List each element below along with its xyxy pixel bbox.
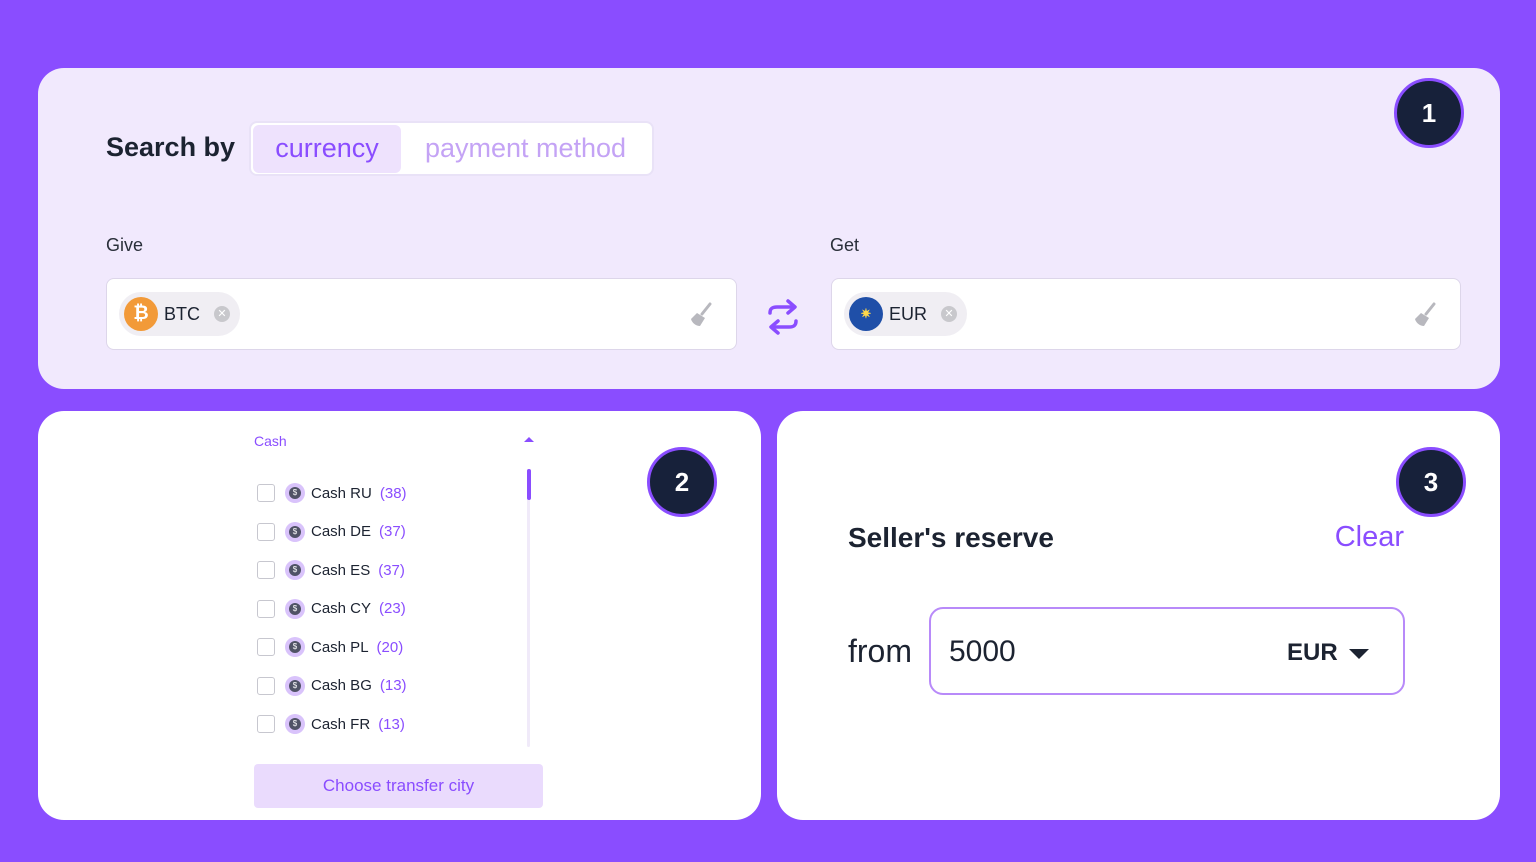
cash-item-pl[interactable]: $ Cash PL (20): [257, 628, 407, 667]
get-currency-field[interactable]: ✷ EUR ✕: [831, 278, 1461, 350]
seller-reserve-panel: 3 Seller's reserve Clear from 5000 EUR: [777, 411, 1500, 820]
cash-item-count: (23): [379, 600, 406, 618]
cash-item-count: (38): [379, 484, 407, 502]
cash-item-name: Cash DE: [311, 523, 372, 541]
reserve-currency-select[interactable]: EUR: [1287, 639, 1338, 667]
cash-item-bg[interactable]: $ Cash BG (13): [257, 667, 407, 706]
clear-get-broom-icon[interactable]: [1412, 301, 1440, 329]
step-badge-3: 3: [1396, 447, 1466, 517]
cash-section-header[interactable]: Cash: [254, 433, 287, 449]
cash-item-name: Cash RU: [311, 484, 372, 502]
search-by-label: Search by: [106, 132, 236, 162]
checkbox[interactable]: [257, 676, 275, 695]
choose-transfer-city-button[interactable]: Choose transfer city: [254, 764, 543, 808]
checkbox[interactable]: [257, 638, 275, 657]
get-currency-code: EUR: [889, 303, 928, 324]
get-label: Get: [830, 235, 860, 255]
cash-icon: $: [285, 483, 305, 504]
search-mode-toggle: currency payment method: [249, 121, 654, 176]
swap-icon[interactable]: [764, 298, 802, 336]
from-label: from: [848, 633, 912, 669]
scrollbar-track[interactable]: [527, 469, 530, 747]
tab-payment-method[interactable]: payment method: [401, 125, 650, 173]
reserve-amount-value[interactable]: 5000: [949, 635, 1016, 669]
currency-search-panel: 1 Search by currency payment method Give…: [38, 68, 1500, 389]
cash-item-count: (13): [378, 715, 405, 733]
cash-item-count: (37): [379, 523, 406, 541]
remove-get-currency-icon[interactable]: ✕: [941, 306, 958, 322]
checkbox[interactable]: [257, 599, 275, 618]
dropdown-arrow-icon[interactable]: [1349, 649, 1369, 659]
cash-item-name: Cash ES: [311, 561, 371, 579]
checkbox[interactable]: [257, 561, 275, 580]
cash-item-count: (37): [378, 561, 405, 579]
cash-item-de[interactable]: $ Cash DE (37): [257, 513, 407, 552]
cash-item-count: (13): [379, 677, 407, 695]
remove-give-currency-icon[interactable]: ✕: [214, 306, 230, 322]
clear-button[interactable]: Clear: [1335, 521, 1404, 554]
cash-item-fr[interactable]: $ Cash FR (13): [257, 705, 407, 744]
give-currency-chip: ₿ BTC ✕: [119, 292, 240, 336]
step-badge-2: 2: [647, 447, 717, 517]
checkbox[interactable]: [257, 484, 275, 503]
cash-icon: $: [285, 714, 305, 735]
get-currency-chip: ✷ EUR ✕: [844, 292, 968, 336]
cash-list: $ Cash RU (38) $ Cash DE (37) $ Cash ES …: [257, 474, 407, 744]
cash-item-ru[interactable]: $ Cash RU (38): [257, 474, 407, 513]
checkbox[interactable]: [257, 522, 275, 541]
bitcoin-icon: ₿: [124, 297, 158, 331]
cash-item-name: Cash FR: [311, 715, 371, 733]
seller-reserve-title: Seller's reserve: [848, 522, 1054, 553]
cash-icon: $: [285, 598, 305, 619]
cash-item-cy[interactable]: $ Cash CY (23): [257, 590, 407, 629]
cash-methods-panel: 2 Cash $ Cash RU (38) $ Cash DE (37) $ C…: [38, 411, 761, 820]
euro-flag-icon: ✷: [849, 297, 883, 331]
checkbox[interactable]: [257, 715, 275, 734]
cash-icon: $: [285, 560, 305, 581]
give-currency-code: BTC: [164, 303, 200, 324]
tab-currency[interactable]: currency: [253, 124, 401, 173]
cash-item-name: Cash CY: [311, 600, 372, 618]
cash-item-count: (20): [376, 638, 404, 656]
step-badge-1: 1: [1394, 78, 1464, 148]
reserve-amount-field[interactable]: 5000 EUR: [929, 607, 1405, 695]
cash-icon: $: [285, 637, 305, 658]
cash-icon: $: [285, 675, 305, 696]
collapse-up-icon[interactable]: [524, 437, 534, 442]
cash-icon: $: [285, 521, 305, 542]
cash-item-name: Cash BG: [311, 677, 372, 695]
cash-item-es[interactable]: $ Cash ES (37): [257, 551, 407, 590]
scrollbar-thumb[interactable]: [527, 469, 531, 500]
give-label: Give: [106, 235, 144, 255]
cash-item-name: Cash PL: [311, 638, 369, 656]
give-currency-field[interactable]: ₿ BTC ✕: [106, 278, 737, 350]
clear-give-broom-icon[interactable]: [688, 301, 716, 329]
